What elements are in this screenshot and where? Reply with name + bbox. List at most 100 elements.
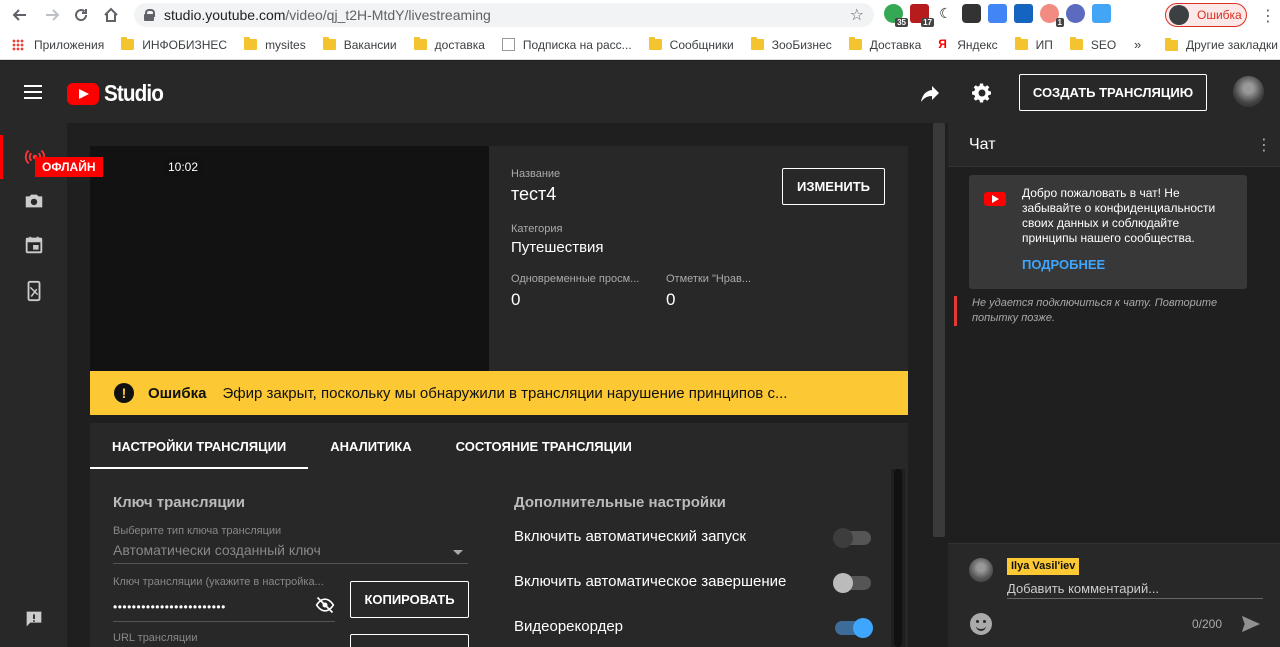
chat-user-name: Ilya Vasil'iev (1007, 558, 1080, 575)
bookmark-folder[interactable]: ЗооБизнес (750, 37, 832, 52)
copy-url-button[interactable] (350, 634, 469, 647)
chevron-down-icon[interactable] (453, 550, 463, 555)
input-underline (1007, 598, 1263, 599)
folder-icon (1069, 37, 1083, 50)
other-bookmarks[interactable]: Другие закладки (1165, 37, 1278, 52)
likes-label: Отметки "Нрав... (666, 273, 752, 285)
site-favicon-icon (501, 38, 515, 51)
reload-icon[interactable] (67, 1, 95, 29)
bookmark-link[interactable]: Подписка на расс... (501, 38, 632, 52)
stream-info-panel: Название тест4 Категория Путешествия Одн… (489, 146, 908, 371)
bookmark-folder[interactable]: доставка (413, 37, 485, 52)
edit-button[interactable]: ИЗМЕНИТЬ (782, 168, 885, 205)
bookmark-folder[interactable]: mysites (244, 37, 306, 52)
leaf-extension-icon[interactable] (962, 4, 981, 23)
share-icon[interactable] (918, 81, 942, 105)
pen-extension-icon[interactable] (1014, 4, 1033, 23)
comment-input[interactable]: Добавить комментарий... (1007, 581, 1159, 596)
ext-badge-2: 17 (921, 18, 934, 27)
bookmark-label: ЗооБизнес (771, 37, 832, 52)
stream-key-field[interactable]: •••••••••••••••••••••••• (113, 600, 226, 614)
tab-stream-health[interactable]: СОСТОЯНИЕ ТРАНСЛЯЦИИ (434, 423, 654, 469)
other-bookmarks-label: Другие закладки (1186, 38, 1278, 52)
copy-key-button[interactable]: КОПИРОВАТЬ (350, 581, 469, 618)
auto-stop-toggle[interactable] (833, 573, 871, 593)
extension-icon-2[interactable]: 17 (910, 4, 934, 27)
avatar (969, 558, 993, 582)
additional-settings-heading: Дополнительные настройки (514, 494, 726, 511)
tab-analytics[interactable]: АНАЛИТИКА (308, 423, 433, 469)
bookmark-label: ИП (1035, 37, 1053, 52)
forward-icon[interactable] (38, 1, 66, 29)
status-badge: ОФЛАЙН (35, 157, 103, 177)
youtube-logo-icon (984, 192, 1006, 206)
hamburger-menu-icon[interactable] (24, 85, 42, 99)
bookmark-apps[interactable]: Приложения (12, 38, 104, 52)
settings-panel: Ключ трансляции Выберите тип ключа транс… (90, 469, 908, 647)
lock-icon (144, 9, 155, 21)
page-scrollbar[interactable] (930, 123, 948, 647)
chat-error-message: Не удается подключиться к чату. Повторит… (954, 296, 1254, 326)
bookmark-yandex[interactable]: Я Яндекс (938, 38, 997, 52)
welcome-text: Добро пожаловать в чат! Не забывайте о к… (1022, 186, 1216, 245)
stream-category: Путешествия (511, 239, 604, 256)
stream-url-label: URL трансляции (113, 632, 198, 644)
yandex-icon: Я (938, 37, 947, 51)
nav-managed[interactable] (0, 223, 67, 267)
account-avatar[interactable] (1233, 76, 1264, 107)
url-host: studio.youtube.com (164, 7, 286, 23)
settings-scrollbar[interactable] (891, 469, 905, 647)
folder-icon (413, 37, 427, 50)
nav-webcam[interactable] (0, 179, 67, 223)
browser-menu-icon[interactable]: ⋮ (1260, 6, 1276, 26)
translate-extension-icon[interactable] (988, 4, 1007, 23)
visibility-off-icon[interactable] (315, 595, 335, 615)
dvr-toggle[interactable] (835, 618, 873, 638)
tab-stream-settings[interactable]: НАСТРОЙКИ ТРАНСЛЯЦИИ (90, 423, 309, 469)
calendar-icon (25, 236, 42, 254)
learn-more-link[interactable]: ПОДРОБНЕЕ (1022, 257, 1105, 272)
gear-icon[interactable] (970, 81, 994, 105)
extension-icon-8[interactable] (1066, 4, 1085, 23)
extension-icon-9[interactable] (1092, 4, 1111, 23)
key-type-select[interactable]: Автоматически созданный ключ (113, 542, 321, 558)
concurrent-viewers-label: Одновременные просм... (511, 273, 640, 285)
main-content: Название тест4 Категория Путешествия Одн… (67, 123, 930, 647)
folder-icon (648, 37, 662, 50)
bookmark-folder[interactable]: Доставка (848, 37, 921, 52)
auto-start-toggle[interactable] (833, 528, 871, 548)
divider (113, 563, 468, 564)
nav-mobile[interactable] (0, 269, 67, 313)
back-icon[interactable] (6, 1, 34, 29)
home-icon[interactable] (97, 1, 125, 29)
profile-error-chip[interactable]: Ошибка (1165, 3, 1247, 27)
create-stream-button[interactable]: СОЗДАТЬ ТРАНСЛЯЦИЮ (1019, 74, 1207, 111)
moon-extension-icon[interactable]: ☾ (936, 4, 955, 23)
emoji-icon[interactable] (970, 613, 992, 635)
bookmark-star-icon[interactable]: ☆ (850, 5, 864, 25)
scrollbar-thumb[interactable] (933, 123, 945, 537)
address-bar[interactable]: studio.youtube.com/video/qj_t2H-MtdY/liv… (134, 3, 874, 27)
key-type-label: Выберите тип ключа трансляции (113, 525, 282, 537)
nav-feedback[interactable] (0, 597, 67, 641)
profile-avatar (1169, 5, 1189, 25)
stream-preview (90, 146, 489, 371)
toggle-label: Включить автоматическое завершение (514, 573, 787, 590)
feedback-icon (26, 611, 41, 627)
extension-icon-1[interactable]: 35 (884, 4, 908, 27)
bookmark-folder[interactable]: ИНФОБИЗНЕС (121, 37, 227, 52)
send-icon[interactable] (1240, 614, 1262, 634)
stream-key-heading: Ключ трансляции (113, 494, 245, 511)
studio-logo[interactable]: Studio (67, 80, 170, 107)
bookmark-folder[interactable]: Вакансии (322, 37, 397, 52)
browser-toolbar: studio.youtube.com/video/qj_t2H-MtdY/liv… (0, 0, 1280, 30)
bookmark-folder[interactable]: Сообщники (648, 37, 734, 52)
stream-time: 10:02 (163, 157, 204, 177)
bookmark-folder[interactable]: SEO (1069, 37, 1116, 52)
chat-welcome-card: Добро пожаловать в чат! Не забывайте о к… (969, 175, 1247, 289)
extension-icon-7[interactable]: 1 (1040, 4, 1064, 27)
bookmark-folder[interactable]: ИП (1014, 37, 1053, 52)
more-vert-icon[interactable]: ⋮ (1256, 135, 1272, 155)
bookmarks-overflow-button[interactable]: » (1134, 37, 1141, 52)
scrollbar-thumb[interactable] (894, 469, 902, 647)
